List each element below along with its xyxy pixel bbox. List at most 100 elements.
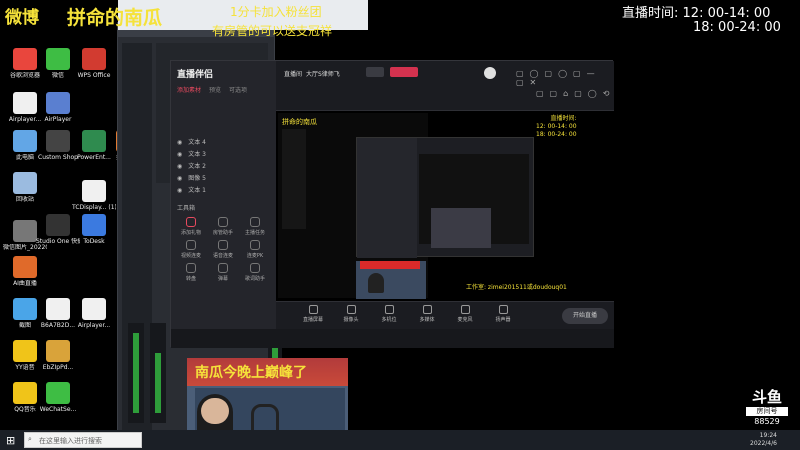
live-time-2: 18: 00-24: 00 xyxy=(693,20,781,35)
desktop-icon-label: AI曲直播 xyxy=(13,280,37,287)
tool-label: 转盘 xyxy=(185,276,196,282)
control-label: 直播屏幕 xyxy=(302,317,323,323)
room-label: 直播间 xyxy=(284,71,303,78)
sources-tab[interactable]: 添加素材 xyxy=(177,85,201,94)
airplayer-shortcut[interactable]: AirPlayer xyxy=(36,92,80,124)
account-name: 大厅S律师飞 xyxy=(306,71,340,78)
tool-item[interactable]: 转盘 xyxy=(175,263,207,282)
control-item[interactable]: 麦克风 xyxy=(452,305,478,323)
start-button[interactable]: ⊞ xyxy=(6,434,15,447)
search-icon: ⌕ xyxy=(28,435,32,443)
platform-room-number: 88529 xyxy=(754,417,780,426)
nested-icons xyxy=(282,129,306,229)
airplayer-file-icon xyxy=(13,92,37,114)
source-label: 文本 4 xyxy=(188,139,206,146)
tool-item[interactable]: 房管助手 xyxy=(207,217,239,236)
source-row[interactable]: ◉ 文本 4 xyxy=(177,137,272,149)
start-live-button[interactable]: 开始直播 xyxy=(562,308,608,324)
live-time-block: 直播时间: 12: 00-14: 00 xyxy=(622,2,770,21)
control-item[interactable]: 多媒体 xyxy=(414,305,440,323)
tool-label: 歌词助手 xyxy=(244,276,265,282)
recycle-bin-shortcut[interactable]: 回收站 xyxy=(3,172,47,204)
custom-shop-icon xyxy=(46,130,70,152)
header-icons[interactable]: ▢◯▢◯▢—▢✕ xyxy=(516,69,614,87)
control-icon xyxy=(308,305,318,314)
source-row[interactable]: ◉ 文本 3 xyxy=(177,149,272,161)
source-row[interactable]: ◉ 文本 2 xyxy=(177,161,272,173)
visibility-icon[interactable]: ◉ xyxy=(177,137,182,149)
desktop-icon-label: EbZIpPd... xyxy=(42,364,74,371)
control-label: 扬声器 xyxy=(495,317,511,323)
live-app-window[interactable]: 直播伴侣 添加素材 预览 可选项 ◉ 文本 4 ◉ 文本 3 ◉ 文本 2 ◉ 图像 5 ◉ 文本 1… xyxy=(170,60,615,348)
fader-1[interactable] xyxy=(128,323,144,423)
desktop-icon-label: TCDisplay... (1) xyxy=(72,204,116,211)
screenshot-icon xyxy=(13,220,37,242)
streamer-face xyxy=(201,398,229,424)
live-app-statusbar xyxy=(171,329,614,348)
todesk-shortcut[interactable]: ToDesk xyxy=(72,214,116,246)
nested-app-window xyxy=(356,137,534,258)
nested-title: 拼命的南瓜 xyxy=(282,118,317,126)
platform-logo-text: 斗鱼 xyxy=(751,388,782,406)
tool-item[interactable]: 连麦PK xyxy=(239,240,271,259)
tool-item[interactable]: 语音连麦 xyxy=(207,240,239,259)
control-item[interactable]: 多机位 xyxy=(376,305,402,323)
taskbar-clock[interactable]: 19:24 2022/4/6 xyxy=(750,432,777,448)
tool-label: 视频连麦 xyxy=(180,253,201,259)
visibility-icon[interactable]: ◉ xyxy=(177,161,182,173)
tcdisplay-icon xyxy=(82,180,106,202)
sources-tab[interactable]: 预览 xyxy=(209,85,221,94)
control-item[interactable]: 摄像头 xyxy=(338,305,364,323)
tool-item[interactable]: 添加礼物 xyxy=(175,217,207,236)
zip-shortcut[interactable]: EbZIpPd... xyxy=(36,340,80,372)
bottom-toolbar: 直播屏幕 摄像头 多机位 多媒体 麦克风 扬声器 xyxy=(300,305,516,323)
webcam-banner-text: 南瓜今晚上巅峰了 xyxy=(195,365,307,381)
visibility-icon[interactable]: ◉ xyxy=(177,149,182,161)
source-label: 文本 1 xyxy=(188,187,206,194)
live-app-controls: 直播屏幕 摄像头 多机位 多媒体 麦克风 扬声器 开始直播 xyxy=(276,301,614,329)
control-item[interactable]: 直播屏幕 xyxy=(300,305,326,323)
ai-tool-shortcut[interactable]: AI曲直播 xyxy=(3,256,47,288)
platform-logo: 斗鱼 房间号 88529 xyxy=(742,388,792,432)
todesk-icon xyxy=(82,214,106,236)
doc-icon xyxy=(46,298,70,320)
tool-item[interactable]: 视频连麦 xyxy=(175,240,207,259)
tool-label: 房管助手 xyxy=(212,230,233,236)
recycle-bin-icon xyxy=(13,172,37,194)
tcdisplay-shortcut[interactable]: TCDisplay... (1) xyxy=(72,180,116,212)
tool-item[interactable]: 歌词助手 xyxy=(239,263,271,282)
control-label: 麦克风 xyxy=(457,317,473,323)
sources-tab[interactable]: 可选项 xyxy=(229,85,247,94)
source-label: 文本 3 xyxy=(188,151,206,158)
tool-item[interactable]: 主播任务 xyxy=(239,217,271,236)
airplayer2-shortcut[interactable]: Airplayer... xyxy=(72,298,116,330)
tool-label: 添加礼物 xyxy=(180,230,201,236)
tool-icon xyxy=(186,240,196,250)
source-row[interactable]: ◉ 文本 1 xyxy=(177,185,272,197)
avatar[interactable] xyxy=(484,67,496,79)
control-label: 多机位 xyxy=(381,317,397,323)
yy-icon xyxy=(13,340,37,362)
visibility-icon[interactable]: ◉ xyxy=(177,173,182,185)
tool-icon xyxy=(218,263,228,273)
taskbar-search[interactable]: ⌕ 在这里输入进行搜索 xyxy=(24,432,142,448)
live-time-1: 12: 00-14: 00 xyxy=(682,6,771,21)
visibility-icon[interactable]: ◉ xyxy=(177,185,182,197)
wechat-setup-icon xyxy=(46,382,70,404)
wechat-setup-shortcut[interactable]: WeChatSe... xyxy=(36,382,80,414)
tool-item[interactable]: 弹幕 xyxy=(207,263,239,282)
control-icon xyxy=(460,305,470,314)
fader-2[interactable] xyxy=(150,323,166,423)
desktop-icon-label: ToDesk xyxy=(83,238,105,245)
source-row[interactable]: ◉ 图像 5 xyxy=(177,173,272,185)
desktop-icon-label: WeChatSe... xyxy=(39,406,77,413)
control-item[interactable]: 扬声器 xyxy=(490,305,516,323)
platform-room-label: 房间号 xyxy=(746,407,788,416)
live-app-sidebar: 直播伴侣 添加素材 预览 可选项 ◉ 文本 4 ◉ 文本 3 ◉ 文本 2 ◉ 图像 5 ◉ 文本 1… xyxy=(171,61,276,348)
header-tools[interactable]: ▢▢⌂▢◯⟲ xyxy=(536,89,615,98)
desktop-icon-label: 回收站 xyxy=(15,196,34,203)
tool-icon xyxy=(250,263,260,273)
this-pc-icon xyxy=(13,130,37,152)
desktop-icon-label: Airplayer... xyxy=(77,322,111,329)
wps-office-shortcut[interactable]: WPS Office xyxy=(72,48,116,80)
